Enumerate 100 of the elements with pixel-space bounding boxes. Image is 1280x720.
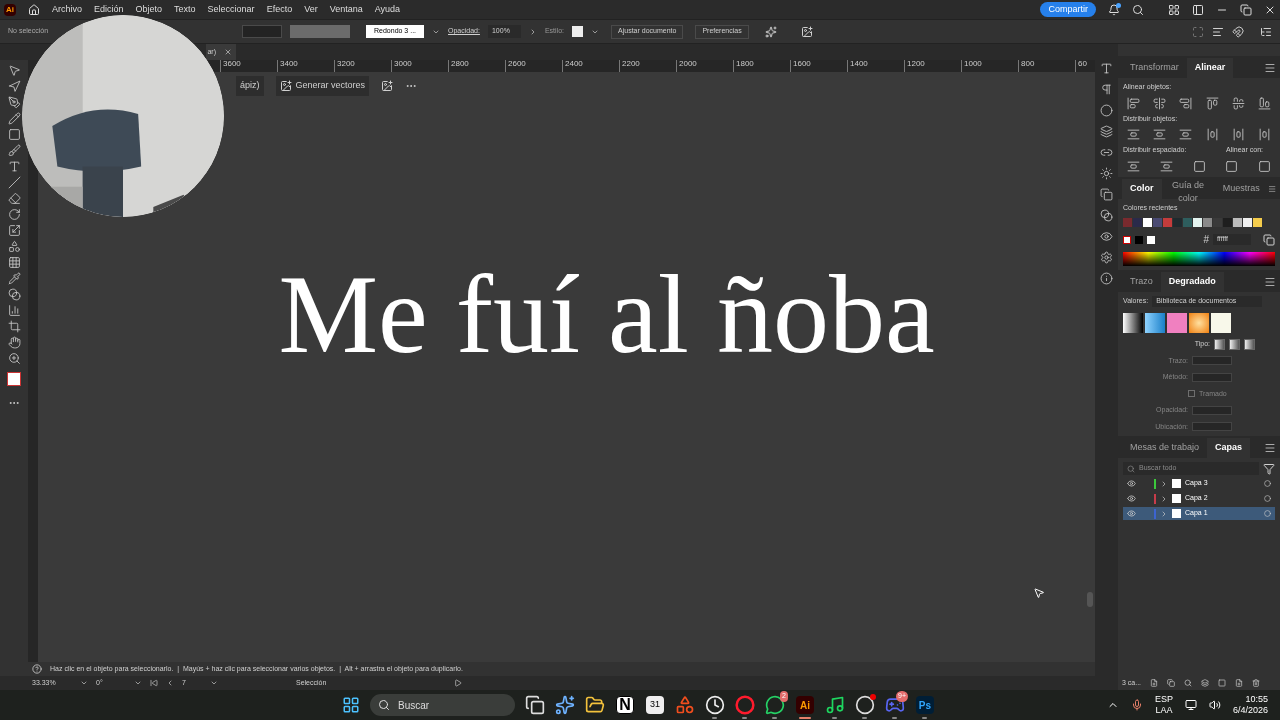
panel-tab[interactable]: Capas [1207,438,1251,458]
scale-tool-icon[interactable] [7,224,21,237]
panel-tab[interactable]: Muestras [1214,178,1268,199]
gradient-type-button[interactable] [1229,338,1240,350]
photoshop-icon[interactable]: Ps [915,696,934,714]
character-icon[interactable] [1100,62,1113,75]
graph-tool-icon[interactable] [7,304,21,317]
eyedropper-tool-icon[interactable] [7,272,21,285]
type-tool-icon[interactable] [7,160,21,173]
panel-tab[interactable]: Color [1122,178,1162,199]
info-icon[interactable] [1100,272,1113,285]
color-swatch[interactable] [1183,218,1192,227]
layer-action-icon[interactable] [1184,679,1193,687]
scrollbar[interactable] [1087,592,1093,607]
app-logo[interactable]: Ai [4,3,16,16]
visibility-icon[interactable] [1127,479,1136,488]
menu-item[interactable]: Ver [304,5,318,14]
frame-icon[interactable] [1192,25,1204,38]
gradient-swatch[interactable] [1211,312,1231,333]
view-icon[interactable] [1100,230,1113,243]
color-swatch[interactable] [1203,218,1212,227]
panel-tab[interactable]: Trazo [1122,272,1161,292]
zoom-tool-icon[interactable] [7,352,21,365]
color-swatch[interactable] [1213,218,1222,227]
generate-vectors-button[interactable]: Generar vectores [275,76,370,96]
brush-tool-icon[interactable] [7,144,21,157]
layer-action-icon[interactable] [1218,679,1227,687]
color-swatch[interactable] [1253,218,1262,227]
panel-icon[interactable] [1192,3,1204,16]
color-swatch[interactable] [1173,218,1182,227]
clock-date[interactable]: 6/4/2026 [1232,705,1268,717]
gradient-swatch[interactable] [1123,312,1143,333]
menu-item[interactable]: Ventana [329,5,363,14]
color-spectrum[interactable] [1123,252,1275,266]
image-icon[interactable] [381,80,394,92]
microphone-icon[interactable] [1130,699,1143,711]
illustrator-icon[interactable]: Ai [795,696,814,714]
style-swatch[interactable] [572,26,583,37]
color-swatch[interactable] [1163,218,1172,227]
share-button[interactable]: Compartir [1040,2,1096,17]
search-icon[interactable] [1132,3,1144,16]
copy-icon[interactable] [1263,233,1275,246]
network-icon[interactable] [1184,699,1197,711]
layer-action-icon[interactable] [1252,679,1261,687]
dropdown-field[interactable] [1192,422,1232,432]
color-swatch[interactable] [1233,218,1242,227]
restore-icon[interactable] [1240,3,1252,16]
filter-icon[interactable] [1263,462,1275,475]
color-swatch[interactable] [1143,218,1152,227]
layer-action-icon[interactable] [1235,679,1244,687]
gradient-swatch[interactable] [1189,312,1209,333]
help-icon[interactable] [32,664,42,674]
gradient-type-button[interactable] [1214,338,1225,350]
context-tool-label[interactable]: ápiz) [236,76,264,96]
language-label[interactable]: ESP [1154,693,1173,705]
workspace-icon[interactable] [1168,3,1180,16]
menu-item[interactable]: Edición [94,5,124,14]
chevron-icon[interactable] [80,679,88,687]
target-icon[interactable] [1264,495,1271,502]
color-swatch[interactable] [1243,218,1252,227]
panel-tab[interactable]: Degradado [1160,272,1224,292]
panel-tab[interactable]: Alinear [1186,58,1234,78]
layer-action-icon[interactable] [1167,679,1176,687]
distribute-icon[interactable] [1179,128,1193,141]
rectangle-tool-icon[interactable] [7,128,21,141]
properties-icon[interactable] [1100,251,1113,264]
distribute-icon[interactable] [1127,128,1140,141]
pen-tool-icon[interactable] [7,96,21,109]
dropdown-field[interactable] [1192,405,1232,415]
panel-menu-icon[interactable] [1264,62,1276,74]
home-icon[interactable] [28,3,40,16]
calendar-icon[interactable]: 31 [645,696,664,714]
align-icon[interactable] [1153,96,1167,110]
distribute-icon[interactable] [1153,128,1167,141]
panel-menu-icon[interactable] [1264,276,1276,288]
eraser-tool-icon[interactable] [7,192,21,205]
start-icon[interactable] [341,696,360,714]
dropdown-field[interactable] [1192,372,1232,382]
previous-artboard-icon[interactable] [166,679,174,687]
default-stroke-swatch[interactable] [1147,235,1155,244]
align-icon[interactable] [1231,96,1245,110]
line-tool-icon[interactable] [7,176,21,189]
magnet-icon[interactable] [1232,25,1244,38]
volume-icon[interactable] [1208,699,1221,711]
visibility-icon[interactable] [1127,494,1136,503]
variable-width-field[interactable] [290,25,350,38]
keyboard-layout-label[interactable]: LAA [1155,705,1173,717]
fill-stroke-swatch[interactable] [7,372,21,386]
first-artboard-icon[interactable] [150,679,158,687]
list-icon[interactable] [1260,25,1272,38]
copilot-icon[interactable] [554,695,575,715]
panel-menu-icon[interactable] [1264,442,1276,454]
visibility-icon[interactable] [1127,509,1136,518]
menu-item[interactable]: Texto [174,5,196,14]
menu-item[interactable]: Ayuda [374,5,401,14]
clock-time[interactable]: 10:55 [1245,693,1268,705]
menu-item[interactable]: Efecto [266,5,293,14]
layer-action-icon[interactable] [1150,679,1159,687]
direct-selection-tool-icon[interactable] [7,80,21,93]
gradient-swatch[interactable] [1145,312,1165,333]
